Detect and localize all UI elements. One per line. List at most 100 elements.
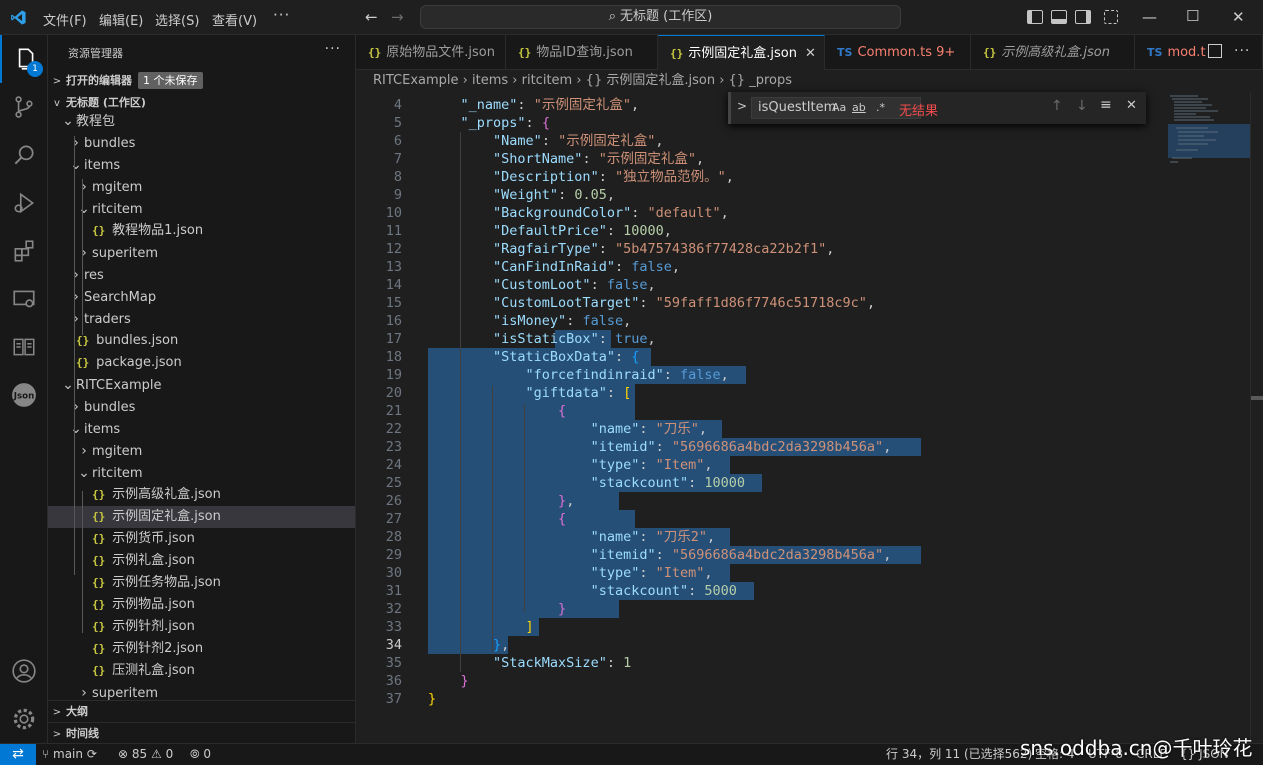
code-line[interactable]: "StackMaxSize": 1 — [428, 654, 631, 672]
tree-folder[interactable]: › mgitem — [48, 176, 355, 198]
tree-file[interactable]: {} 教程物品1.json — [48, 220, 355, 242]
editor-tab[interactable]: {} 示例高级礼盒.json — [971, 35, 1135, 70]
menu-edit[interactable]: 编辑(E) — [99, 10, 143, 29]
more-menu-button[interactable]: ··· — [273, 6, 290, 24]
split-editor-icon[interactable] — [1208, 44, 1222, 58]
source-control-activity[interactable] — [0, 83, 48, 131]
code-line[interactable]: "BackgroundColor": "default", — [428, 204, 729, 222]
find-in-selection-icon[interactable]: ≡ — [1100, 97, 1112, 113]
previous-match-icon[interactable]: ↑ — [1051, 98, 1063, 114]
tree-file[interactable]: {} 示例货币.json — [48, 528, 355, 550]
open-editors-section[interactable]: > 打开的编辑器 1 个未保存 — [48, 70, 355, 92]
editor-tab[interactable]: TS Common.ts 9+ — [825, 35, 971, 70]
code-line[interactable]: } — [428, 600, 566, 618]
breadcrumb-item[interactable]: {} 示例固定礼盒.json — [586, 73, 715, 88]
code-line[interactable]: "CanFindInRaid": false, — [428, 258, 680, 276]
tree-file[interactable]: {} 压测礼盒.json — [48, 660, 355, 682]
close-tab-icon[interactable]: ✕ — [805, 46, 816, 61]
toggle-secondary-sidebar-icon[interactable] — [1075, 10, 1091, 24]
command-center[interactable]: ⌕ 无标题 (工作区) — [420, 5, 901, 29]
tree-file[interactable]: {} 示例针剂.json — [48, 616, 355, 638]
maximize-icon[interactable]: ☐ — [1186, 7, 1199, 25]
tree-folder[interactable]: › mgitem — [48, 440, 355, 462]
code-line[interactable]: }, — [428, 492, 574, 510]
code-line[interactable]: "itemid": "5696686a4bdc2da3298b456a", — [428, 438, 892, 456]
branch-status[interactable]: ⑂ main ⟳ — [42, 744, 97, 765]
code-line[interactable]: { — [428, 510, 566, 528]
code-line[interactable]: "RagfairType": "5b47574386f77428ca22b2f1… — [428, 240, 834, 258]
tree-file[interactable]: {} 示例固定礼盒.json — [48, 506, 355, 528]
customize-layout-icon[interactable] — [1104, 10, 1118, 24]
code-line[interactable]: "name": "刀乐2", — [428, 528, 716, 546]
code-line[interactable]: }, — [428, 636, 509, 654]
minimap[interactable] — [1168, 92, 1250, 743]
tree-file[interactable]: {} package.json — [48, 352, 355, 374]
code-line[interactable]: "Weight": 0.05, — [428, 186, 615, 204]
editor-more-button[interactable]: ··· — [1234, 43, 1250, 59]
code-line[interactable]: { — [428, 402, 566, 420]
code-line[interactable]: "DefaultPrice": 10000, — [428, 222, 672, 240]
extensions-activity[interactable] — [0, 227, 48, 275]
accounts-activity[interactable] — [0, 647, 48, 695]
explorer-activity[interactable]: 1 — [0, 35, 48, 83]
code-line[interactable]: ] — [428, 618, 534, 636]
tree-folder[interactable]: › res — [48, 264, 355, 286]
menu-file[interactable]: 文件(F) — [43, 10, 87, 29]
tree-file[interactable]: {} 示例高级礼盒.json — [48, 484, 355, 506]
toggle-replace-icon[interactable]: > — [737, 99, 747, 113]
code-line[interactable]: "CustomLootTarget": "59faff1d86f7746c517… — [428, 294, 875, 312]
tree-folder[interactable]: ⌄ items — [48, 154, 355, 176]
code-line[interactable]: } — [428, 672, 469, 690]
code-line[interactable]: "CustomLoot": false, — [428, 276, 656, 294]
remote-explorer-activity[interactable] — [0, 275, 48, 323]
whole-word-icon[interactable]: ab — [852, 98, 866, 118]
tree-folder[interactable]: ⌄ ritcitem — [48, 198, 355, 220]
minimize-icon[interactable]: — — [1142, 8, 1157, 26]
tree-folder[interactable]: › SearchMap — [48, 286, 355, 308]
editor-tab[interactable]: {} 原始物品文件.json — [356, 35, 506, 70]
code-line[interactable]: "giftdata": [ — [428, 384, 632, 402]
tree-folder[interactable]: › superitem — [48, 242, 355, 264]
toggle-panel-icon[interactable] — [1051, 10, 1067, 24]
remote-indicator-icon[interactable]: ⇄ — [0, 744, 36, 765]
tree-file[interactable]: {} 示例针剂2.json — [48, 638, 355, 660]
tree-folder[interactable]: ⌄ RITCExample — [48, 374, 355, 396]
tree-file[interactable]: {} 示例礼盒.json — [48, 550, 355, 572]
tree-file[interactable]: {} bundles.json — [48, 330, 355, 352]
code-line[interactable]: "_props": { — [428, 114, 550, 132]
code-line[interactable]: "forcefindinraid": false, — [428, 366, 729, 384]
timeline-section[interactable]: > 时间线 — [48, 722, 355, 743]
code-editor[interactable]: 4 "_name": "示例固定礼盒", 5 "_props": {6 "Name… — [356, 92, 1263, 743]
toggle-sidebar-icon[interactable] — [1027, 10, 1043, 24]
code-line[interactable]: } — [428, 690, 436, 708]
search-activity[interactable] — [0, 131, 48, 179]
code-line[interactable]: "Name": "示例固定礼盒", — [428, 132, 663, 150]
code-line[interactable]: "type": "Item", — [428, 564, 713, 582]
breadcrumb-item[interactable]: ritcitem — [522, 73, 573, 88]
breadcrumb-item[interactable]: {} _props — [729, 73, 792, 88]
editor-tab[interactable]: {} 物品ID查询.json — [506, 35, 658, 70]
tree-folder[interactable]: ⌄ items — [48, 418, 355, 440]
breadcrumb-item[interactable]: items — [472, 73, 508, 88]
code-line[interactable]: "isMoney": false, — [428, 312, 631, 330]
find-input[interactable]: isQuestItem Aa ab .* — [751, 97, 921, 119]
code-line[interactable]: "itemid": "5696686a4bdc2da3298b456a", — [428, 546, 892, 564]
json-activity[interactable]: Json — [0, 371, 48, 419]
code-line[interactable]: "stackcount": 10000 — [428, 474, 745, 492]
menu-view[interactable]: 查看(V) — [212, 10, 257, 29]
tree-folder[interactable]: ⌄ ritcitem — [48, 462, 355, 484]
breadcrumb-item[interactable]: RITCExample — [373, 73, 459, 88]
code-line[interactable]: "ShortName": "示例固定礼盒", — [428, 150, 704, 168]
run-debug-activity[interactable] — [0, 179, 48, 227]
next-match-icon[interactable]: ↓ — [1076, 98, 1088, 114]
editor-scrollbar[interactable] — [1250, 92, 1263, 743]
cursor-position[interactable]: 行 34，列 11 (已选择562) — [886, 744, 1032, 765]
close-window-icon[interactable]: ✕ — [1232, 8, 1245, 26]
explorer-more-button[interactable]: ··· — [325, 41, 341, 57]
tree-folder[interactable]: ⌄ 教程包 — [48, 110, 355, 132]
regex-icon[interactable]: .* — [876, 98, 885, 118]
editor-tab[interactable]: {} 示例固定礼盒.json ✕ — [658, 35, 825, 70]
tree-folder[interactable]: › traders — [48, 308, 355, 330]
tree-file[interactable]: {} 示例物品.json — [48, 594, 355, 616]
code-line[interactable]: "type": "Item", — [428, 456, 713, 474]
